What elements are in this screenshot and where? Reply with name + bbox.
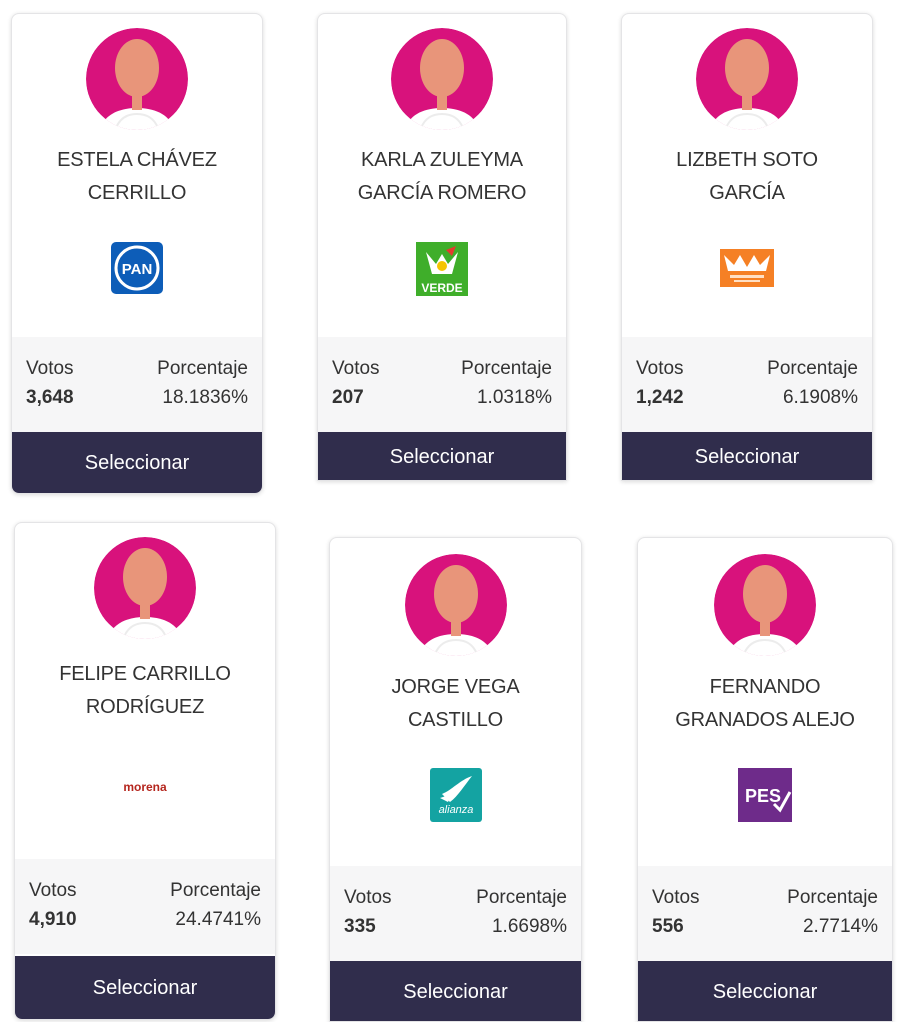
avatar: [405, 554, 507, 656]
select-button[interactable]: Seleccionar: [622, 432, 872, 480]
select-button[interactable]: Seleccionar: [15, 956, 275, 1019]
votes-label: Votos: [332, 358, 380, 379]
avatar: [714, 554, 816, 656]
avatar: [391, 28, 493, 130]
svg-text:PES: PES: [745, 786, 781, 806]
votes-label: Votos: [636, 358, 684, 379]
percent-label: Porcentaje: [461, 358, 552, 379]
candidate-name: FELIPE CARRILLO RODRÍGUEZ: [59, 663, 231, 718]
svg-text:VERDE: VERDE: [421, 281, 462, 295]
votes-label: Votos: [29, 880, 77, 901]
avatar: [94, 537, 196, 639]
candidate-card: ESTELA CHÁVEZ CERRILLO PAN Votos 3,648 Po…: [11, 13, 263, 494]
candidate-card: LIZBETH SOTO GARCÍA Votos 1,242 Porcentaj…: [621, 13, 873, 481]
votes-value: 1,242: [636, 387, 684, 408]
pes-logo: PES: [738, 768, 792, 822]
avatar: [86, 28, 188, 130]
select-button[interactable]: Seleccionar: [330, 961, 581, 1021]
votes-label: Votos: [344, 887, 392, 908]
percent-value: 2.7714%: [802, 916, 878, 937]
votes-label: Votos: [26, 358, 74, 379]
select-button[interactable]: Seleccionar: [12, 432, 262, 493]
alianza-logo: alianza: [429, 768, 482, 822]
vote-stats: Votos 1,242 Porcentaje 6.1908%: [622, 337, 872, 432]
select-button[interactable]: Seleccionar: [638, 961, 892, 1021]
percent-label: Porcentaje: [476, 887, 567, 908]
candidate-name: KARLA ZULEYMA GARCÍA ROMERO: [357, 149, 527, 204]
votes-label: Votos: [652, 887, 700, 908]
candidate-name: LIZBETH SOTO GARCÍA: [676, 149, 818, 204]
percent-value: 24.4741%: [175, 909, 261, 930]
candidate-card: FERNANDO GRANADOS ALEJO PES Votos 556 Por…: [637, 537, 893, 1022]
select-button[interactable]: Seleccionar: [318, 432, 566, 480]
candidate-card: FELIPE CARRILLO RODRÍGUEZ morena Votos 4,…: [14, 522, 276, 1020]
percent-value: 1.0318%: [476, 387, 552, 408]
svg-text:alianza: alianza: [438, 804, 473, 816]
votes-value: 4,910: [29, 909, 77, 930]
vote-stats: Votos 3,648 Porcentaje 18.1836%: [12, 337, 262, 432]
svg-text:PAN: PAN: [122, 261, 153, 278]
candidate-name: FERNANDO GRANADOS ALEJO: [675, 676, 855, 731]
candidate-card: KARLA ZULEYMA GARCÍA ROMERO VERDE Votos 2…: [317, 13, 567, 481]
vote-stats: Votos 4,910 Porcentaje 24.4741%: [15, 859, 275, 954]
percent-label: Porcentaje: [787, 887, 878, 908]
vote-stats: Votos 556 Porcentaje 2.7714%: [638, 866, 892, 961]
morena-logo: morena: [115, 778, 175, 796]
percent-label: Porcentaje: [767, 358, 858, 379]
votes-value: 207: [332, 387, 364, 408]
percent-value: 1.6698%: [491, 916, 567, 937]
candidate-name: ESTELA CHÁVEZ CERRILLO: [57, 149, 217, 204]
percent-label: Porcentaje: [157, 358, 248, 379]
candidate-name: JORGE VEGA CASTILLO: [391, 676, 520, 731]
percent-value: 6.1908%: [782, 387, 858, 408]
vote-stats: Votos 207 Porcentaje 1.0318%: [318, 337, 566, 432]
verde-logo: VERDE: [416, 242, 468, 296]
votes-value: 556: [652, 916, 684, 937]
vote-stats: Votos 335 Porcentaje 1.6698%: [330, 866, 581, 961]
votes-value: 3,648: [26, 387, 74, 408]
avatar: [696, 28, 798, 130]
percent-label: Porcentaje: [170, 880, 261, 901]
movimiento-ciudadano-logo: [720, 249, 774, 287]
svg-text:morena: morena: [123, 780, 167, 794]
candidate-card: JORGE VEGA CASTILLO alianza Votos 335 Por…: [329, 537, 582, 1022]
pan-logo: PAN: [111, 242, 163, 294]
percent-value: 18.1836%: [162, 387, 248, 408]
votes-value: 335: [344, 916, 376, 937]
